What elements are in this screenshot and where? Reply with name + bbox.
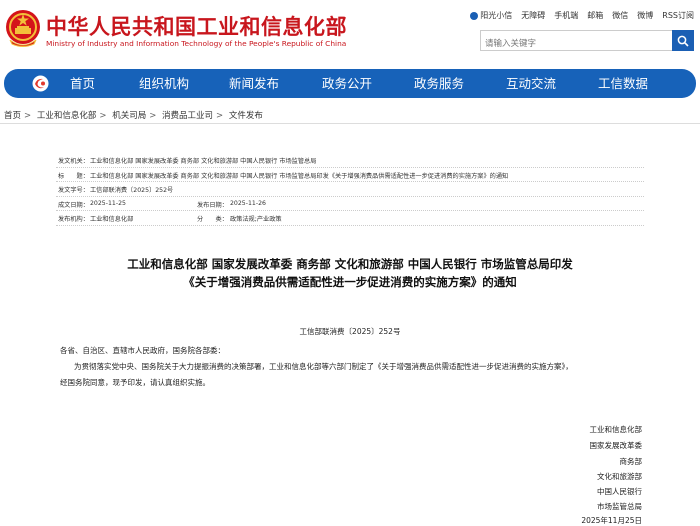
nav-news[interactable]: 新闻发布 xyxy=(229,69,279,98)
top-links: 阳光小信 无障碍 手机端 邮箱 微信 微博 RSS订阅 xyxy=(470,10,694,21)
search-button[interactable] xyxy=(672,30,694,51)
breadcrumb-documents[interactable]: 文件发布 xyxy=(229,111,263,121)
signatory-miit: 工业和信息化部 xyxy=(589,425,643,434)
signatory-ndrc: 国家发展改革委 xyxy=(589,441,643,450)
site-header: 中华人民共和国工业和信息化部 Ministry of Industry and … xyxy=(0,0,700,62)
document-title-line2: 《关于增强消费品供需适配性进一步促进消费的实施方案》的通知 xyxy=(183,275,517,289)
meta-row-org: 发布机构： 工业和信息化部 分 类： 政策法规;产业政策 xyxy=(56,211,644,226)
breadcrumb-home[interactable]: 首页 xyxy=(4,111,21,121)
nav-data[interactable]: 工信数据 xyxy=(598,69,648,98)
top-link-mail[interactable]: 邮箱 xyxy=(587,10,603,21)
nav-interaction[interactable]: 互动交流 xyxy=(506,69,556,98)
meta-row-dates: 成文日期： 2025-11-25 发布日期： 2025-11-26 xyxy=(56,197,644,211)
search-input[interactable] xyxy=(481,34,671,54)
breadcrumb-departments[interactable]: 机关司局 xyxy=(112,111,146,121)
top-link-rss[interactable]: RSS订阅 xyxy=(662,10,694,21)
miit-logo-icon xyxy=(32,75,49,92)
document-body-line2: 经国务院同意，现予印发，请认真组织实施。 xyxy=(60,378,210,387)
breadcrumb-divider xyxy=(0,123,700,124)
top-link-sunshine[interactable]: 阳光小信 xyxy=(470,10,512,21)
signatory-pboc: 中国人民银行 xyxy=(597,487,642,496)
top-link-weibo[interactable]: 微博 xyxy=(637,10,653,21)
signatory-mct: 文化和旅游部 xyxy=(597,472,642,481)
document-body-line1: 为贯彻落实党中央、国务院关于大力提振消费的决策部署，工业和信息化部等六部门制定了… xyxy=(74,362,573,371)
top-link-mobile[interactable]: 手机端 xyxy=(554,10,578,21)
search-icon xyxy=(677,35,689,47)
top-link-wechat[interactable]: 微信 xyxy=(612,10,628,21)
signatory-mofcom: 商务部 xyxy=(619,457,643,466)
site-title-english: Ministry of Industry and Information Tec… xyxy=(46,39,347,48)
meta-row-issuer: 发文机关： 工业和信息化部 国家发展改革委 商务部 文化和旅游部 中国人民银行 … xyxy=(56,153,644,168)
meta-row-docno: 发文字号： 工信部联消费〔2025〕252号 xyxy=(56,182,644,197)
nav-organization[interactable]: 组织机构 xyxy=(139,69,189,98)
document-metadata: 发文机关： 工业和信息化部 国家发展改革委 商务部 文化和旅游部 中国人民银行 … xyxy=(56,153,644,226)
breadcrumb-ministry[interactable]: 工业和信息化部 xyxy=(37,111,97,121)
national-emblem-icon xyxy=(6,10,40,47)
nav-services[interactable]: 政务服务 xyxy=(414,69,464,98)
breadcrumb-consumer-goods[interactable]: 消费品工业司 xyxy=(162,111,213,121)
sun-icon xyxy=(470,11,479,20)
top-link-accessibility[interactable]: 无障碍 xyxy=(521,10,545,21)
document-title-line1: 工业和信息化部 国家发展改革委 商务部 文化和旅游部 中国人民银行 市场监管总局… xyxy=(127,257,573,271)
main-nav: 首页 组织机构 新闻发布 政务公开 政务服务 互动交流 工信数据 xyxy=(4,69,696,98)
document-date: 2025年11月25日 xyxy=(581,516,642,525)
signatory-samr: 市场监管总局 xyxy=(597,502,642,511)
nav-home[interactable]: 首页 xyxy=(70,69,95,98)
document-addressee: 各省、自治区、直辖市人民政府，国务院各部委： xyxy=(60,346,225,355)
meta-row-title: 标 题： 工业和信息化部 国家发展改革委 商务部 文化和旅游部 中国人民银行 市… xyxy=(56,168,644,182)
site-title[interactable]: 中华人民共和国工业和信息化部 xyxy=(46,11,347,41)
nav-government-affairs[interactable]: 政务公开 xyxy=(322,69,372,98)
search-box xyxy=(480,30,694,54)
document-number: 工信部联消费〔2025〕252号 xyxy=(299,327,401,336)
breadcrumb: 首页 > 工业和信息化部 > 机关司局 > 消费品工业司 > 文件发布 xyxy=(4,111,263,121)
